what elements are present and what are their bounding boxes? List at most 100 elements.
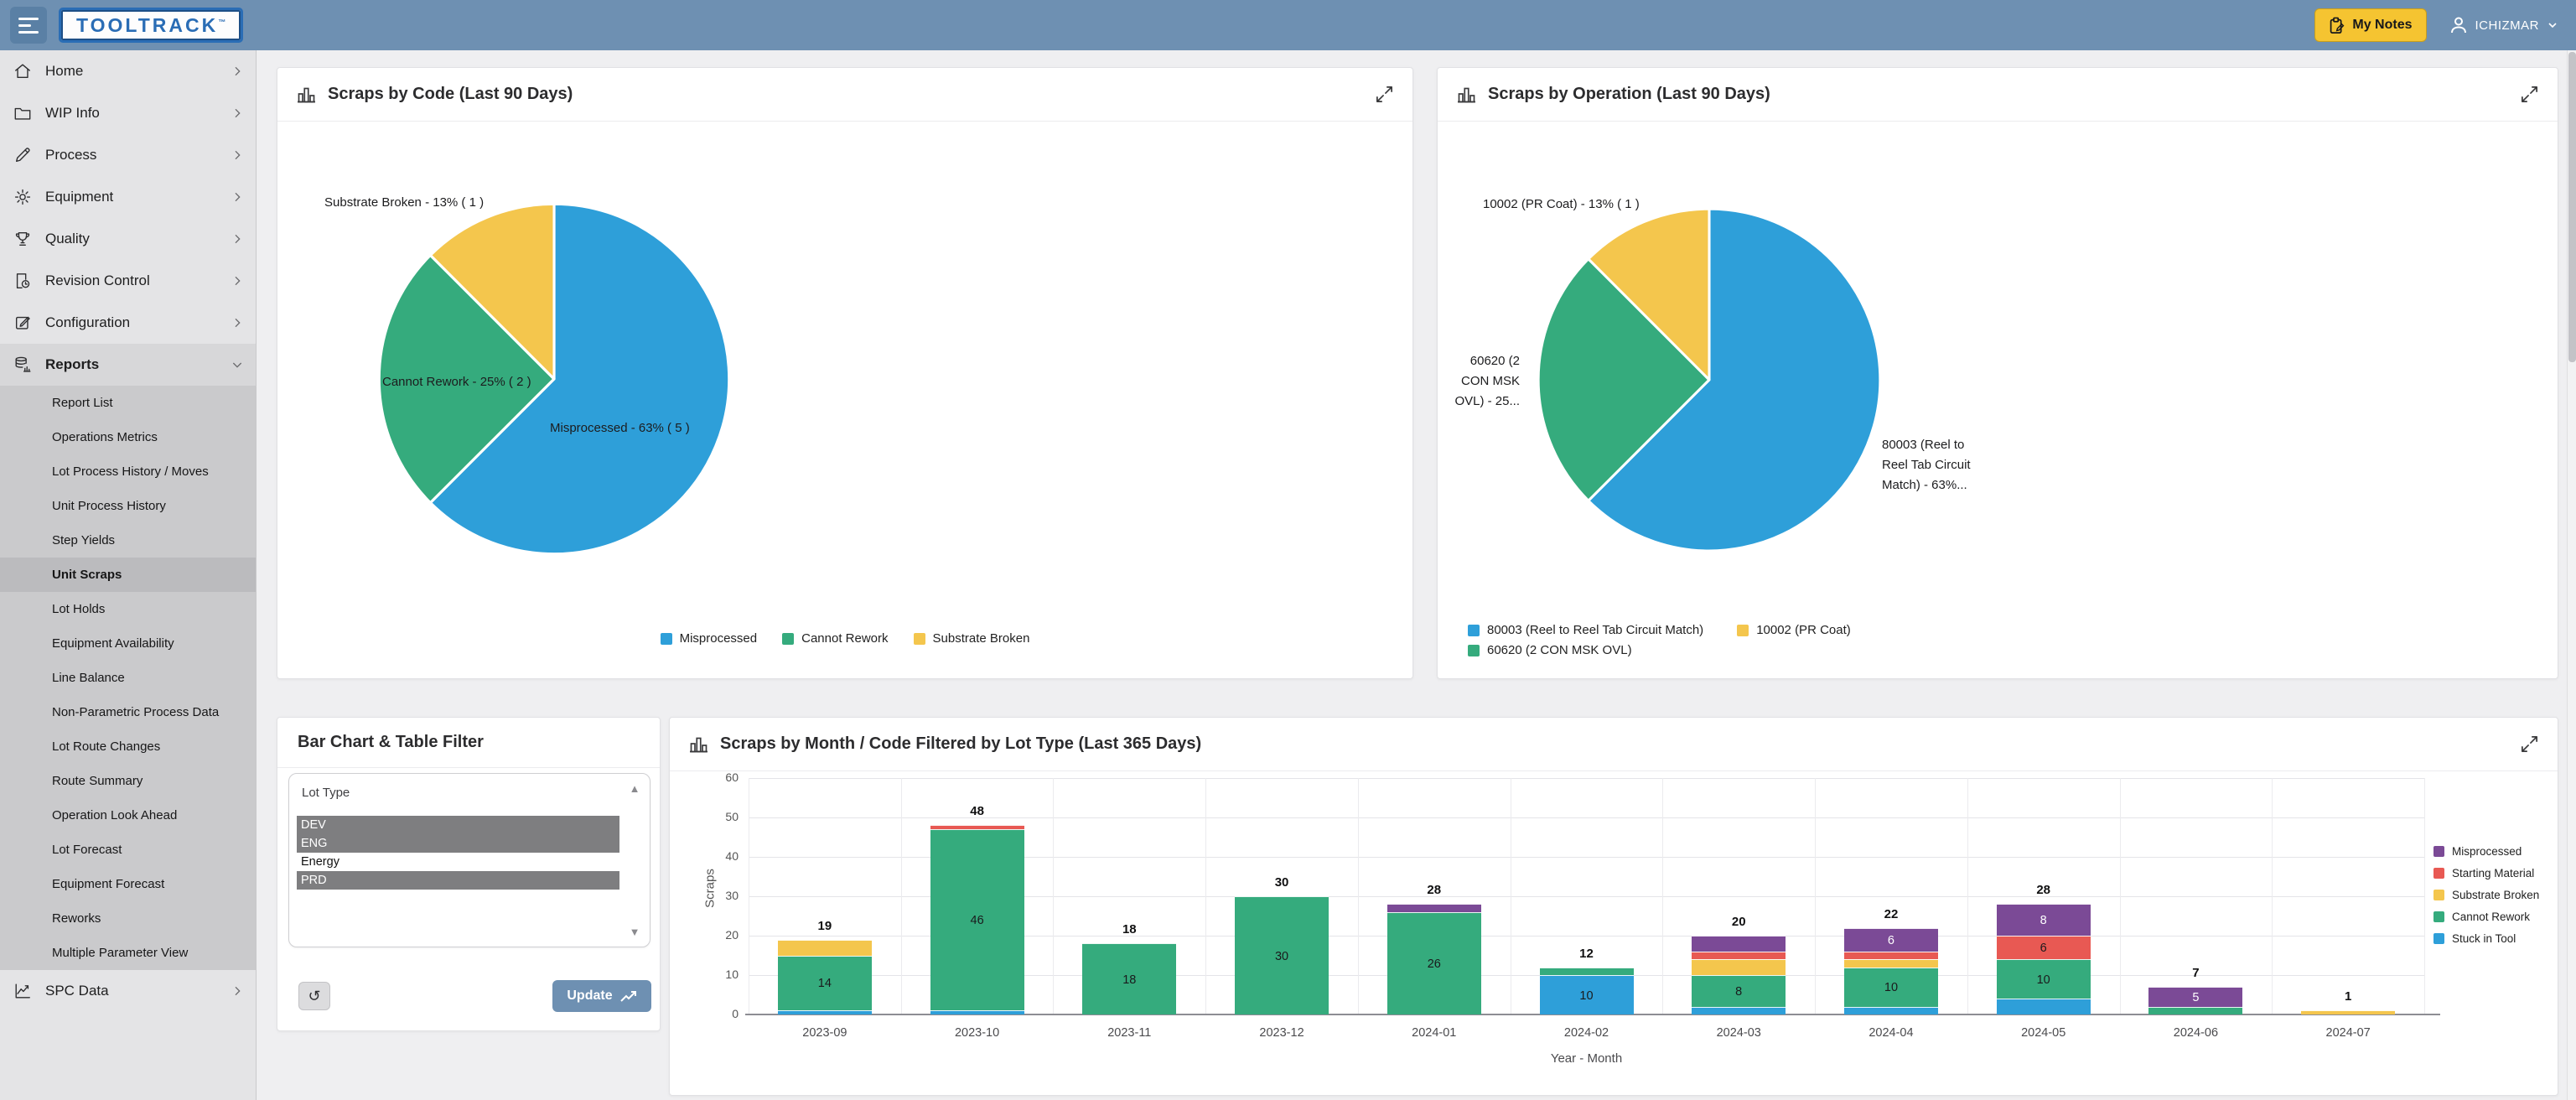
bar-segment-stuck-in-tool[interactable] [930,1010,1024,1014]
sidebar-item-process[interactable]: Process [0,134,256,176]
y-tick-label: 50 [700,810,739,823]
lot-type-listbox[interactable]: Lot Type ▲ DEVENGEnergyPRD ▼ [288,773,650,947]
sidebar-subitem-multiple-parameter-view[interactable]: Multiple Parameter View [0,936,256,970]
gridline [2424,778,2425,1014]
scrollbar-thumb[interactable] [2568,52,2576,362]
expand-icon[interactable] [2520,734,2539,754]
lot-type-option-prd[interactable]: PRD [297,871,619,890]
expand-icon[interactable] [1375,85,1394,104]
bar-segment-stuck-in-tool[interactable] [1997,999,2091,1014]
chevron-right-icon [231,106,244,120]
legend-item-80003-reel-to-reel-tab-circuit-match[interactable]: 80003 (Reel to Reel Tab Circuit Match) [1468,623,1703,637]
bar-2023-12[interactable]: 30 [1235,896,1329,1014]
x-tick-label: 2024-05 [1985,1026,2102,1040]
bar-2024-05[interactable]: 1068 [1997,904,2091,1014]
legend-item-substrate-broken[interactable]: Substrate Broken [914,631,1030,646]
scroll-up-icon[interactable]: ▲ [627,782,642,795]
sidebar-subitem-equipment-forecast[interactable]: Equipment Forecast [0,867,256,901]
sidebar-item-reports[interactable]: Reports [0,344,256,386]
chevron-right-icon [231,148,244,162]
bar-2024-03[interactable]: 8 [1692,936,1786,1014]
sidebar-item-quality[interactable]: Quality [0,218,256,260]
update-button[interactable]: Update [552,980,651,1012]
sidebar-item-wip-info[interactable]: WIP Info [0,92,256,134]
pie-legend: 80003 (Reel to Reel Tab Circuit Match) 10… [1468,623,2004,657]
bar-segment-cannot-rework[interactable] [1540,968,1634,975]
bar-chart-icon [296,85,317,105]
bar-2024-06[interactable]: 5 [2148,987,2242,1014]
bar-segment-starting-material[interactable] [1844,952,1938,959]
y-tick-label: 20 [700,928,739,942]
legend-swatch [914,633,925,645]
bar-segment-misprocessed[interactable] [1387,904,1481,911]
lot-type-option-energy[interactable]: Energy [297,853,619,871]
legend-item-starting-material[interactable]: Starting Material [2433,867,2539,879]
bar-segment-cannot-rework[interactable] [2148,1007,2242,1014]
sidebar-subitem-unit-process-history[interactable]: Unit Process History [0,489,256,523]
legend-item-stuck-in-tool[interactable]: Stuck in Tool [2433,932,2539,945]
scroll-down-icon[interactable]: ▼ [627,926,642,938]
bar-segment-substrate-broken[interactable] [2301,1010,2395,1014]
sidebar-subitem-reworks[interactable]: Reworks [0,901,256,936]
sidebar-subitem-operations-metrics[interactable]: Operations Metrics [0,420,256,454]
sidebar-subitem-unit-scraps[interactable]: Unit Scraps [0,558,256,592]
sidebar-item-home[interactable]: Home [0,50,256,92]
legend-swatch [1468,625,1480,636]
bar-segment-stuck-in-tool[interactable] [1844,1007,1938,1014]
sidebar-subitem-non-parametric-process-data[interactable]: Non-Parametric Process Data [0,695,256,729]
bar-2023-10[interactable]: 46 [930,825,1024,1014]
x-tick-label: 2024-04 [1832,1026,1950,1040]
sidebar-item-revision-control[interactable]: Revision Control [0,260,256,302]
my-notes-button[interactable]: My Notes [2314,8,2426,42]
sidebar-subitem-lot-process-history-moves[interactable]: Lot Process History / Moves [0,454,256,489]
bar-segment-substrate-broken[interactable] [1844,959,1938,967]
expand-icon[interactable] [2520,85,2539,104]
bar-2024-07[interactable] [2301,1010,2395,1014]
lot-type-option-eng[interactable]: ENG [297,834,619,853]
sidebar-subitem-line-balance[interactable]: Line Balance [0,661,256,695]
lot-type-option-dev[interactable]: DEV [297,816,619,834]
sidebar-subitem-step-yields[interactable]: Step Yields [0,523,256,558]
segment-value-label: 8 [1692,985,1786,999]
sidebar-item-equipment[interactable]: Equipment [0,176,256,218]
legend-item-10002-pr-coat[interactable]: 10002 (PR Coat) [1737,623,1851,637]
sidebar-item-configuration[interactable]: Configuration [0,302,256,344]
bar-segment-starting-material[interactable] [930,825,1024,829]
bar-segment-misprocessed[interactable] [1692,936,1786,952]
gridline [1205,778,1206,1014]
gridline [1815,778,1816,1014]
bar-chart-legend: Misprocessed Starting Material Substrate B… [2433,845,2539,945]
menu-toggle-icon[interactable] [10,7,47,44]
user-menu[interactable]: ICHIZMAR [2449,15,2560,35]
bar-segment-stuck-in-tool[interactable] [778,1010,872,1014]
sidebar-subitem-operation-look-ahead[interactable]: Operation Look Ahead [0,798,256,833]
legend-item-misprocessed[interactable]: Misprocessed [661,631,758,646]
bar-segment-stuck-in-tool[interactable] [1692,1007,1786,1014]
pie-label: 80003 (Reel to Reel Tab Circuit Match) -… [1882,435,1971,496]
sidebar-subitem-lot-holds[interactable]: Lot Holds [0,592,256,626]
gridline [1662,778,1663,1014]
bar-2023-11[interactable]: 18 [1082,943,1176,1014]
legend-item-misprocessed[interactable]: Misprocessed [2433,845,2539,858]
bar-segment-substrate-broken[interactable] [1692,959,1786,975]
legend-item-cannot-rework[interactable]: Cannot Rework [782,631,888,646]
bar-2024-02[interactable]: 10 [1540,968,1634,1014]
card-title: Scraps by Month / Code Filtered by Lot T… [720,734,1201,754]
bar-segment-starting-material[interactable] [1692,952,1786,959]
sidebar-subitem-equipment-availability[interactable]: Equipment Availability [0,626,256,661]
legend-item-substrate-broken[interactable]: Substrate Broken [2433,889,2539,901]
sidebar-subitem-lot-forecast[interactable]: Lot Forecast [0,833,256,867]
bar-segment-substrate-broken[interactable] [778,940,872,956]
page-scrollbar[interactable] [2567,50,2576,1100]
logo-text: TOOLTRACK™ [76,14,225,37]
reset-filter-button[interactable]: ↺ [298,982,330,1010]
sidebar-subitem-route-summary[interactable]: Route Summary [0,764,256,798]
sidebar-subitem-report-list[interactable]: Report List [0,386,256,420]
bar-2023-09[interactable]: 14 [778,940,872,1014]
legend-item-60620-2-con-msk-ovl[interactable]: 60620 (2 CON MSK OVL) [1468,643,1632,657]
legend-item-cannot-rework[interactable]: Cannot Rework [2433,911,2539,923]
sidebar-item-spc-data[interactable]: SPC Data [0,970,256,1012]
sidebar-subitem-lot-route-changes[interactable]: Lot Route Changes [0,729,256,764]
bar-2024-04[interactable]: 106 [1844,928,1938,1014]
bar-2024-01[interactable]: 26 [1387,904,1481,1014]
